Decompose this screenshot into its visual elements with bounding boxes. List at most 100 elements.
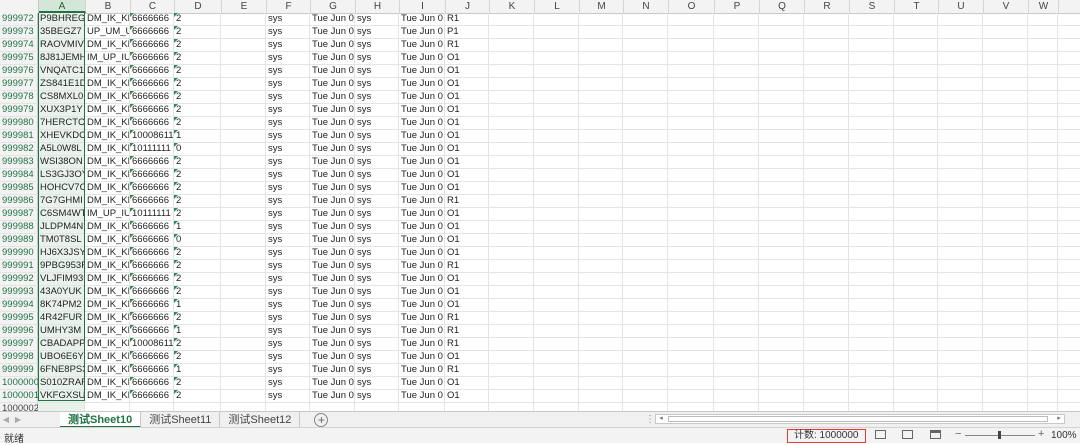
cell-s[interactable] <box>849 390 894 402</box>
cell-g[interactable]: Tue Jun 0 <box>310 325 355 337</box>
cell-s[interactable] <box>849 117 894 129</box>
cell-c[interactable]: 6666666 <box>130 247 174 259</box>
cell-b[interactable]: DM_IK_KL <box>85 39 130 51</box>
row-header[interactable]: 999999 <box>0 364 38 376</box>
cell-d[interactable]: 2 <box>174 156 221 168</box>
cell-p[interactable] <box>714 39 759 51</box>
cell-h[interactable]: sys <box>355 364 399 376</box>
cell-c[interactable]: 6666666 <box>130 364 174 376</box>
cell-e[interactable] <box>221 143 266 155</box>
cell-v[interactable] <box>983 312 1028 324</box>
cell-w[interactable] <box>1028 65 1058 77</box>
cell-d[interactable]: 2 <box>174 260 221 272</box>
cell-u[interactable] <box>938 156 983 168</box>
zoom-level[interactable]: 100% <box>1051 430 1077 441</box>
cell-h[interactable]: sys <box>355 247 399 259</box>
cell-q[interactable] <box>759 156 804 168</box>
cell-r[interactable] <box>804 78 849 90</box>
cell-b[interactable]: DM_IK_KL <box>85 130 130 142</box>
cell-h[interactable]: sys <box>355 39 399 51</box>
cell-i[interactable]: Tue Jun 0 <box>399 91 445 103</box>
row-header[interactable]: 999989 <box>0 234 38 246</box>
tab-split-handle[interactable]: ⋮ <box>645 414 655 425</box>
cell-w[interactable] <box>1028 39 1058 51</box>
cell-d[interactable]: 2 <box>174 91 221 103</box>
cell-t[interactable] <box>894 156 938 168</box>
cell-n[interactable] <box>623 234 668 246</box>
cell-g[interactable]: Tue Jun 0 <box>310 377 355 389</box>
row-header[interactable]: 999994 <box>0 299 38 311</box>
row-header[interactable]: 999997 <box>0 338 38 350</box>
cell-s[interactable] <box>849 377 894 389</box>
cell-m[interactable] <box>579 260 623 272</box>
cell-g[interactable]: Tue Jun 0 <box>310 247 355 259</box>
cell-t[interactable] <box>894 26 938 38</box>
cell-l[interactable] <box>534 325 579 337</box>
cell-i[interactable]: Tue Jun 0 <box>399 234 445 246</box>
cell-o[interactable] <box>668 169 714 181</box>
cell-s[interactable] <box>849 286 894 298</box>
cell-e[interactable] <box>221 13 266 25</box>
horizontal-scrollbar[interactable]: ◂ ▸ <box>655 414 1065 424</box>
cell-o[interactable] <box>668 325 714 337</box>
cell-p[interactable] <box>714 195 759 207</box>
cell-q[interactable] <box>759 312 804 324</box>
cell-f[interactable]: sys <box>266 260 310 272</box>
cell-j[interactable]: O1 <box>445 78 489 90</box>
cell-h[interactable]: sys <box>355 26 399 38</box>
cell-q[interactable] <box>759 299 804 311</box>
cell-v[interactable] <box>983 169 1028 181</box>
cell-u[interactable] <box>938 39 983 51</box>
cell-f[interactable]: sys <box>266 273 310 285</box>
cell-d[interactable]: 2 <box>174 338 221 350</box>
cell-m[interactable] <box>579 117 623 129</box>
cell-f[interactable]: sys <box>266 156 310 168</box>
cell-k[interactable] <box>489 143 534 155</box>
cell-c[interactable]: 10111111 <box>130 143 174 155</box>
cell-l[interactable] <box>534 52 579 64</box>
cell-o[interactable] <box>668 273 714 285</box>
cell-k[interactable] <box>489 91 534 103</box>
cell-c[interactable]: 6666666 <box>130 234 174 246</box>
cell-d[interactable]: 2 <box>174 26 221 38</box>
scroll-right-icon[interactable]: ▸ <box>1054 415 1064 423</box>
cell-s[interactable] <box>849 52 894 64</box>
cell-l[interactable] <box>534 260 579 272</box>
sheet-tab[interactable]: 测试Sheet12 <box>220 412 301 428</box>
cell-g[interactable]: Tue Jun 0 <box>310 13 355 25</box>
cell-a[interactable]: S010ZRAF <box>38 377 85 389</box>
cell-k[interactable] <box>489 26 534 38</box>
add-sheet-button[interactable]: + <box>314 413 329 427</box>
cell-m[interactable] <box>579 26 623 38</box>
cell-l[interactable] <box>534 65 579 77</box>
cell-s[interactable] <box>849 91 894 103</box>
cell-u[interactable] <box>938 130 983 142</box>
cell-j[interactable]: O1 <box>445 208 489 220</box>
cell-g[interactable]: Tue Jun 0 <box>310 182 355 194</box>
cell-f[interactable]: sys <box>266 286 310 298</box>
cell-q[interactable] <box>759 286 804 298</box>
cell-i[interactable]: Tue Jun 0 <box>399 78 445 90</box>
cell-i[interactable]: Tue Jun 0 <box>399 52 445 64</box>
sheet-tab[interactable]: 测试Sheet10 <box>60 412 142 428</box>
cell-a[interactable]: VNQATC1 <box>38 65 85 77</box>
cell-i[interactable]: Tue Jun 0 <box>399 195 445 207</box>
cell-k[interactable] <box>489 273 534 285</box>
cell-v[interactable] <box>983 130 1028 142</box>
cell-w[interactable] <box>1028 299 1058 311</box>
cell-w[interactable] <box>1028 234 1058 246</box>
cell-d[interactable]: 2 <box>174 39 221 51</box>
row-header[interactable]: 999983 <box>0 156 38 168</box>
cell-w[interactable] <box>1028 169 1058 181</box>
cell-s[interactable] <box>849 130 894 142</box>
cell-i[interactable]: Tue Jun 0 <box>399 260 445 272</box>
cell-i[interactable]: Tue Jun 0 <box>399 208 445 220</box>
cell-m[interactable] <box>579 91 623 103</box>
cell-t[interactable] <box>894 338 938 350</box>
cell-g[interactable]: Tue Jun 0 <box>310 208 355 220</box>
cell-f[interactable]: sys <box>266 143 310 155</box>
cell-h[interactable]: sys <box>355 221 399 233</box>
column-header-c[interactable]: C <box>131 0 175 13</box>
cell-q[interactable] <box>759 104 804 116</box>
cell-o[interactable] <box>668 78 714 90</box>
